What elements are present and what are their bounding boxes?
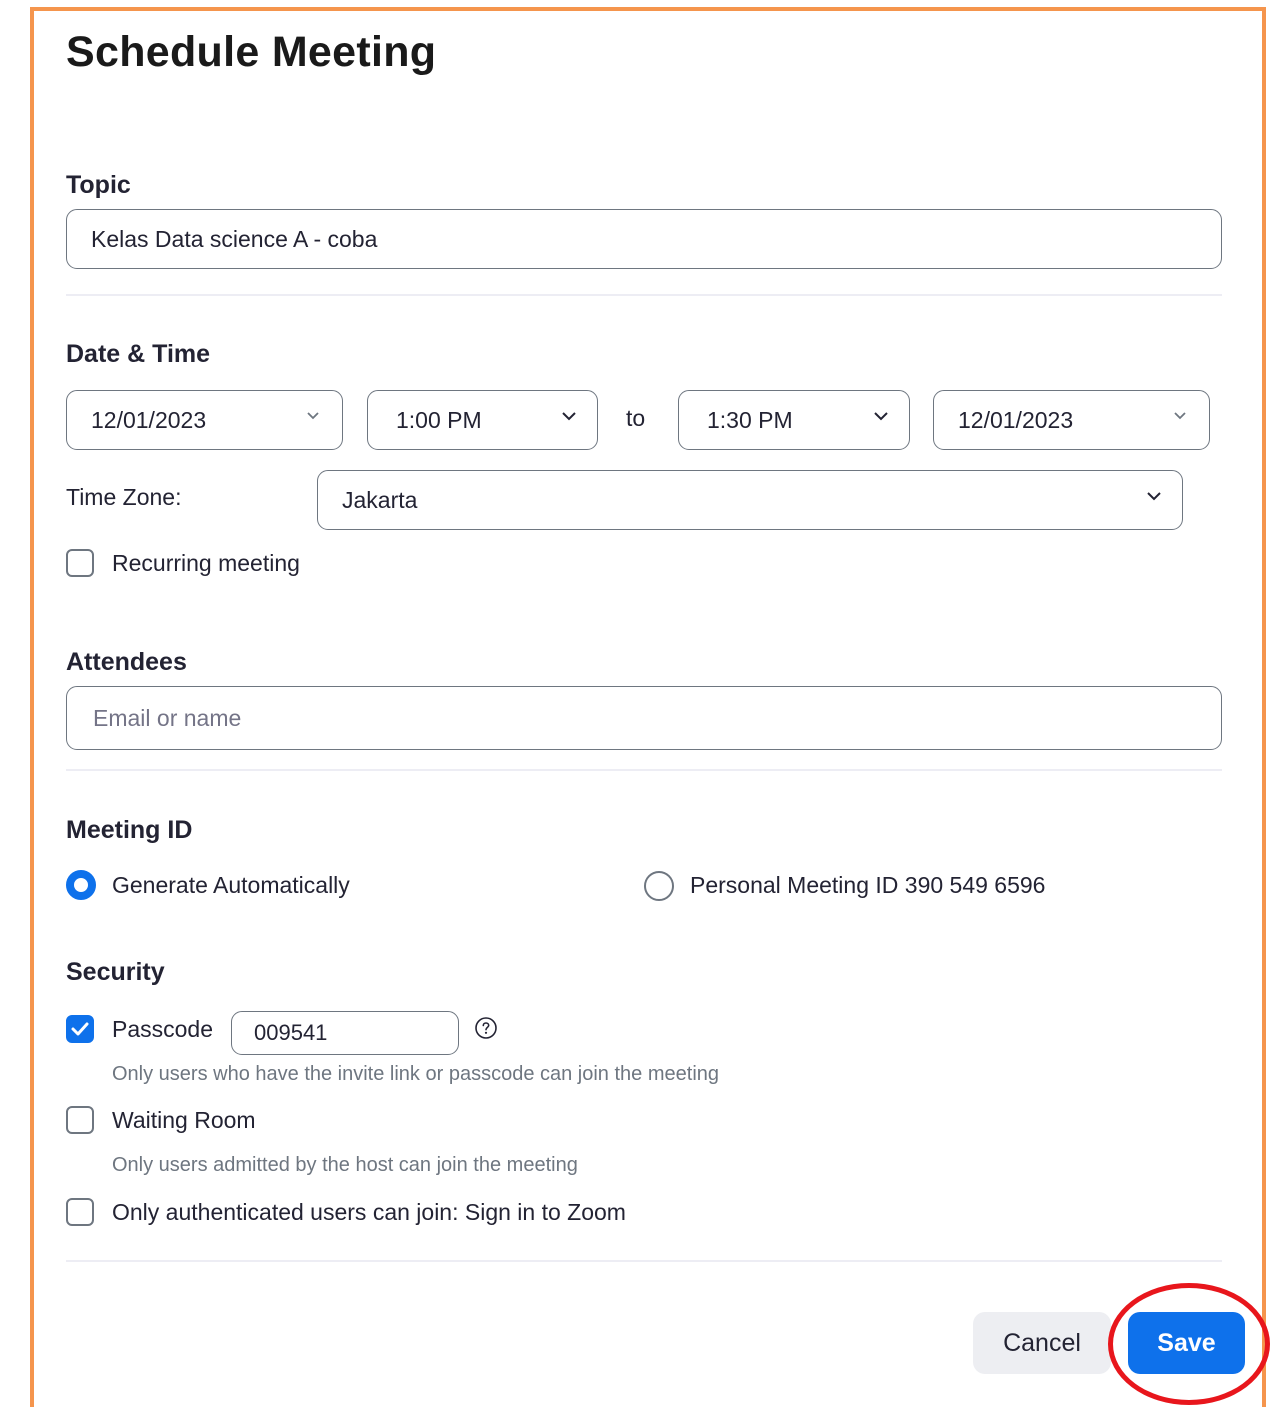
attendees-placeholder: Email or name bbox=[93, 704, 242, 731]
authenticated-users-label: Only authenticated users can join: Sign … bbox=[112, 1199, 626, 1225]
check-icon bbox=[71, 1022, 89, 1036]
help-icon[interactable] bbox=[474, 1016, 498, 1040]
authenticated-users-checkbox[interactable] bbox=[66, 1198, 94, 1226]
page-title: Schedule Meeting bbox=[66, 28, 437, 76]
waiting-room-hint: Only users admitted by the host can join… bbox=[112, 1154, 578, 1176]
chevron-down-icon bbox=[1146, 489, 1161, 503]
topic-value: Kelas Data science A - coba bbox=[91, 225, 378, 252]
to-label: to bbox=[626, 405, 646, 431]
attendees-input[interactable]: Email or name bbox=[66, 686, 1222, 750]
chevron-down-icon bbox=[1173, 409, 1187, 423]
timezone-label: Time Zone: bbox=[66, 484, 182, 510]
end-date-select[interactable]: 12/01/2023 bbox=[933, 390, 1210, 450]
start-date-select[interactable]: 12/01/2023 bbox=[66, 390, 343, 450]
waiting-room-label: Waiting Room bbox=[112, 1107, 256, 1133]
divider bbox=[66, 769, 1222, 771]
passcode-label: Passcode bbox=[112, 1016, 214, 1042]
chevron-down-icon bbox=[873, 409, 888, 423]
security-label: Security bbox=[66, 958, 165, 986]
passcode-value: 009541 bbox=[254, 1020, 328, 1045]
recurring-label: Recurring meeting bbox=[112, 550, 300, 576]
timezone-value: Jakarta bbox=[342, 486, 418, 513]
start-time-select[interactable]: 1:00 PM bbox=[367, 390, 598, 450]
timezone-select[interactable]: Jakarta bbox=[317, 470, 1183, 530]
passcode-hint: Only users who have the invite link or p… bbox=[112, 1063, 720, 1085]
end-time-value: 1:30 PM bbox=[707, 406, 793, 433]
date-time-label: Date & Time bbox=[66, 340, 211, 368]
generate-automatically-label: Generate Automatically bbox=[112, 872, 350, 898]
topic-label: Topic bbox=[66, 171, 131, 199]
meeting-id-label: Meeting ID bbox=[66, 816, 193, 844]
topic-input[interactable]: Kelas Data science A - coba bbox=[66, 209, 1222, 269]
passcode-input[interactable]: 009541 bbox=[231, 1011, 459, 1055]
cancel-button[interactable]: Cancel bbox=[973, 1312, 1111, 1374]
end-time-select[interactable]: 1:30 PM bbox=[678, 390, 910, 450]
generate-automatically-radio[interactable] bbox=[66, 870, 96, 900]
start-time-value: 1:00 PM bbox=[396, 406, 482, 433]
divider bbox=[66, 294, 1222, 296]
highlight-annotation bbox=[1108, 1283, 1270, 1405]
chevron-down-icon bbox=[306, 409, 320, 423]
chevron-down-icon bbox=[561, 409, 576, 423]
passcode-checkbox[interactable] bbox=[66, 1015, 94, 1043]
personal-meeting-id-radio[interactable] bbox=[644, 871, 674, 901]
recurring-checkbox[interactable] bbox=[66, 549, 94, 577]
personal-meeting-id-label: Personal Meeting ID 390 549 6596 bbox=[690, 872, 1046, 898]
divider bbox=[66, 1260, 1222, 1262]
waiting-room-checkbox[interactable] bbox=[66, 1106, 94, 1134]
end-date-value: 12/01/2023 bbox=[958, 406, 1074, 433]
attendees-label: Attendees bbox=[66, 648, 187, 676]
start-date-value: 12/01/2023 bbox=[91, 406, 207, 433]
